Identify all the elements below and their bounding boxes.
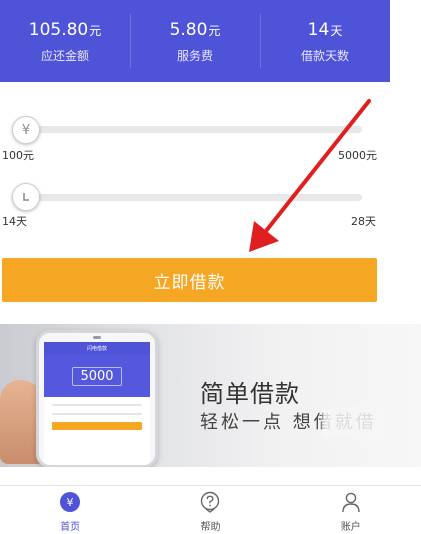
loan-days-stat: 14天 借款天数 xyxy=(260,0,390,82)
phone-button xyxy=(52,422,142,430)
nav-label-account: 账户 xyxy=(340,522,361,533)
yen-icon: ¥ xyxy=(59,491,81,513)
amount-slider[interactable]: ¥ 100元 5000元 xyxy=(0,112,421,172)
loan-summary-bar: 105.80元 应还金额 5.80元 服务费 14天 借款天数 xyxy=(0,0,390,82)
service-fee-label: 服务费 xyxy=(176,48,213,63)
phone-camera xyxy=(93,336,101,339)
nav-item-help[interactable]: 帮助 xyxy=(140,486,280,534)
repay-amount-value: 105.80元 xyxy=(28,19,102,40)
header-edge xyxy=(390,0,421,82)
days-max-label: 28天 xyxy=(351,215,376,228)
nav-item-account[interactable]: 账户 xyxy=(281,486,421,534)
nav-item-home[interactable]: ¥ 首页 xyxy=(0,486,140,534)
repay-amount-label: 应还金额 xyxy=(40,48,89,63)
question-icon xyxy=(199,491,221,513)
phone-screen: 闪电借款 5000 xyxy=(44,342,150,465)
service-fee-value: 5.80元 xyxy=(169,19,221,40)
bottom-nav: ¥ 首页 帮助 账户 xyxy=(0,485,421,534)
amount-slider-handle[interactable]: ¥ xyxy=(12,116,40,144)
days-slider[interactable]: 14天 28天 xyxy=(0,180,421,240)
watermark-blur xyxy=(322,408,382,438)
service-fee-stat: 5.80元 服务费 xyxy=(130,0,260,82)
clock-icon xyxy=(23,193,29,201)
phone-slider-line xyxy=(52,413,142,415)
phone-mockup-image: 闪电借款 5000 xyxy=(36,330,158,467)
phone-slider-line xyxy=(52,404,142,406)
yen-icon: ¥ xyxy=(21,122,31,138)
phone-amount: 5000 xyxy=(72,366,122,386)
borrow-now-button[interactable]: 立即借款 xyxy=(2,258,377,302)
days-slider-track[interactable] xyxy=(22,194,362,201)
repay-amount-stat: 105.80元 应还金额 xyxy=(0,0,130,82)
amount-min-label: 100元 xyxy=(2,149,34,162)
days-slider-handle[interactable] xyxy=(12,183,40,211)
svg-text:¥: ¥ xyxy=(67,496,74,509)
nav-label-home: 首页 xyxy=(60,522,81,533)
nav-label-help: 帮助 xyxy=(200,522,221,533)
loan-days-label: 借款天数 xyxy=(300,48,349,63)
loan-days-value: 14天 xyxy=(307,19,343,40)
user-icon xyxy=(340,491,362,513)
phone-hero: 5000 xyxy=(44,355,150,397)
amount-slider-track[interactable] xyxy=(22,126,362,133)
amount-max-label: 5000元 xyxy=(338,149,377,162)
promo-banner[interactable]: 闪电借款 5000 简单借款 轻松一点 想借就借 xyxy=(0,324,421,467)
banner-title: 简单借款 xyxy=(200,380,300,408)
phone-app-title: 闪电借款 xyxy=(44,342,150,355)
days-min-label: 14天 xyxy=(2,215,27,228)
